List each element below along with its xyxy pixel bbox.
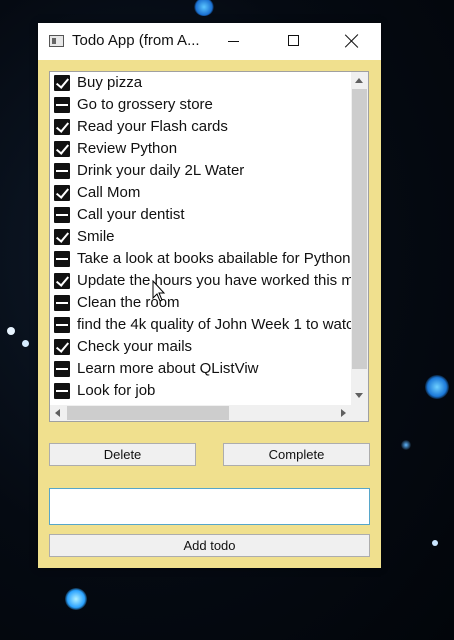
list-item[interactable]: Call Mom	[53, 182, 351, 204]
list-item-label: Go to grossery store	[77, 96, 213, 113]
scrollbar-corner	[351, 405, 368, 421]
minimize-button[interactable]	[204, 23, 262, 60]
background-light	[425, 375, 449, 399]
background-light	[7, 327, 15, 335]
checkbox-unchecked-icon[interactable]	[54, 251, 70, 267]
checkbox-unchecked-icon[interactable]	[54, 295, 70, 311]
scroll-up-arrow-icon[interactable]	[355, 78, 363, 83]
maximize-button[interactable]	[264, 23, 322, 60]
list-item[interactable]: Buy pizza	[53, 72, 351, 94]
delete-button[interactable]: Delete	[49, 443, 196, 466]
list-item-label: Call your dentist	[77, 206, 185, 223]
list-item-label: find the 4k quality of John Week 1 to wa…	[77, 316, 351, 333]
add-todo-button[interactable]: Add todo	[49, 534, 370, 557]
list-item[interactable]: Take a look at books abailable for Pytho…	[53, 248, 351, 270]
checkbox-checked-icon[interactable]	[54, 229, 70, 245]
mouse-pointer-icon	[152, 280, 166, 302]
list-item[interactable]: Smile	[53, 226, 351, 248]
scroll-right-arrow-icon[interactable]	[341, 409, 346, 417]
checkbox-unchecked-icon[interactable]	[54, 317, 70, 333]
background-light	[194, 0, 214, 16]
horizontal-scroll-thumb[interactable]	[67, 406, 229, 420]
horizontal-scrollbar[interactable]	[50, 405, 351, 421]
list-item[interactable]: Look for job	[53, 380, 351, 402]
list-item-label: Check your mails	[77, 338, 193, 355]
checkbox-checked-icon[interactable]	[54, 339, 70, 355]
list-item-label: Look for job	[77, 382, 156, 399]
vertical-scrollbar[interactable]	[351, 72, 368, 405]
checkbox-checked-icon[interactable]	[54, 119, 70, 135]
list-item[interactable]: Read your Flash cards	[53, 116, 351, 138]
list-item-label: Buy pizza	[77, 74, 143, 91]
list-item[interactable]: Check your mails	[53, 336, 351, 358]
checkbox-unchecked-icon[interactable]	[54, 383, 70, 399]
checkbox-unchecked-icon[interactable]	[54, 163, 70, 179]
list-item[interactable]: find the 4k quality of John Week 1 to wa…	[53, 314, 351, 336]
maximize-icon	[288, 35, 299, 46]
checkbox-checked-icon[interactable]	[54, 75, 70, 91]
list-item-label: Review Python	[77, 140, 178, 157]
scroll-down-arrow-icon[interactable]	[355, 393, 363, 398]
background-light	[65, 588, 87, 610]
todo-app-window: Todo App (from A... Buy pizza Go to gross…	[38, 23, 381, 568]
list-item[interactable]: Go to grossery store	[53, 94, 351, 116]
close-icon	[345, 31, 359, 51]
list-item-label: Learn more about QListViw	[77, 360, 259, 377]
list-item[interactable]: Learn more about QListViw	[53, 358, 351, 380]
background-light	[22, 340, 29, 347]
background-light	[432, 540, 438, 546]
checkbox-unchecked-icon[interactable]	[54, 361, 70, 377]
scroll-left-arrow-icon[interactable]	[55, 409, 60, 417]
todo-input[interactable]	[49, 488, 370, 525]
minimize-icon	[228, 41, 239, 42]
checkbox-checked-icon[interactable]	[54, 273, 70, 289]
close-button[interactable]	[323, 23, 381, 60]
todo-list[interactable]: Buy pizza Go to grossery store Read your F…	[49, 71, 369, 422]
list-item-label: Update the hours you have worked this mo	[77, 272, 351, 289]
list-item-label: Read your Flash cards	[77, 118, 228, 135]
app-icon	[49, 35, 64, 47]
list-item-label: Take a look at books abailable for Pytho…	[77, 250, 351, 267]
background-light	[401, 440, 411, 450]
title-bar[interactable]: Todo App (from A...	[38, 23, 381, 60]
checkbox-checked-icon[interactable]	[54, 185, 70, 201]
checkbox-unchecked-icon[interactable]	[54, 97, 70, 113]
list-item[interactable]: Clean the room	[53, 292, 351, 314]
list-item-label: Smile	[77, 228, 115, 245]
checkbox-checked-icon[interactable]	[54, 141, 70, 157]
checkbox-unchecked-icon[interactable]	[54, 207, 70, 223]
list-item-label: Drink your daily 2L Water	[77, 162, 245, 179]
todo-items: Buy pizza Go to grossery store Read your F…	[50, 72, 351, 405]
complete-button[interactable]: Complete	[223, 443, 370, 466]
list-item[interactable]: Review Python	[53, 138, 351, 160]
list-item[interactable]: Drink your daily 2L Water	[53, 160, 351, 182]
list-item[interactable]: Call your dentist	[53, 204, 351, 226]
vertical-scroll-thumb[interactable]	[352, 89, 367, 369]
window-title: Todo App (from A...	[72, 32, 200, 49]
list-item[interactable]: Update the hours you have worked this mo	[53, 270, 351, 292]
list-item-label: Call Mom	[77, 184, 141, 201]
